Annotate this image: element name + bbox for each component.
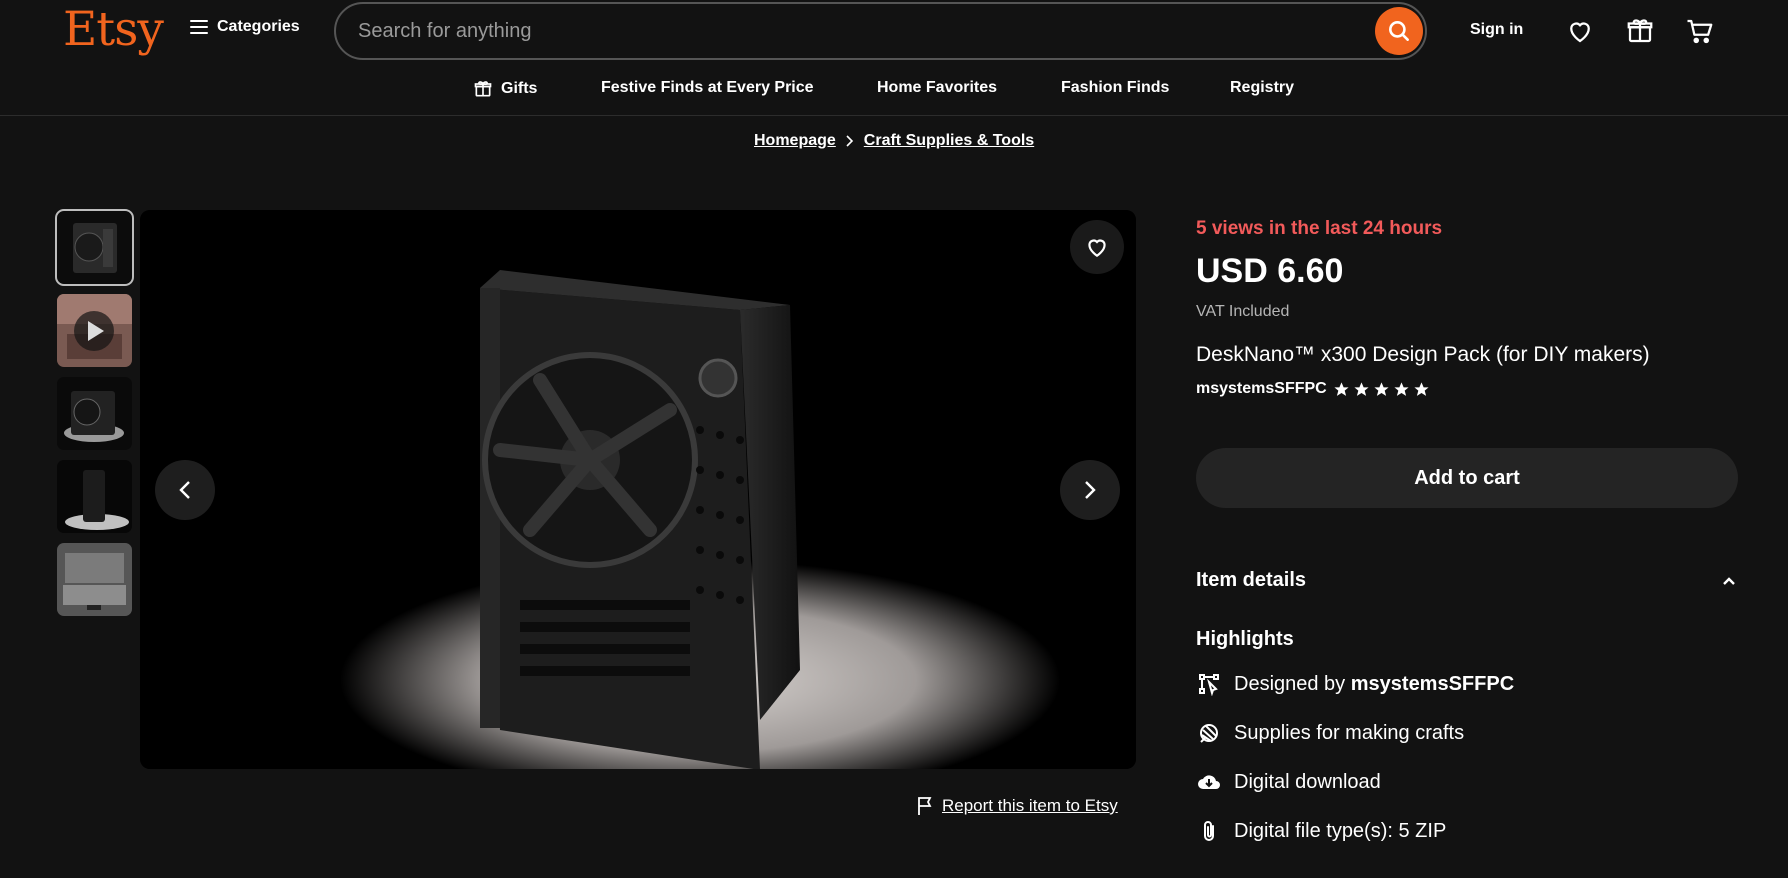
favorites-button[interactable] [1565,16,1595,46]
file-type-text: Digital file type(s): 5 ZIP [1234,819,1447,842]
flag-icon [918,797,932,815]
heart-icon [1570,22,1590,43]
report-item-label: Report this item to Etsy [942,796,1118,815]
chevron-right-icon [846,135,853,147]
nav-item-label: Gifts [501,80,538,97]
price: USD 6.60 [1196,252,1344,290]
cloud-download-icon [1196,769,1222,795]
chevron-left-icon [179,481,190,499]
nav-item-registry[interactable]: Registry [1230,79,1294,97]
product-title: DeskNano™ x300 Design Pack (for DIY make… [1196,343,1650,366]
download-text: Digital download [1234,770,1381,793]
star-icon [1414,381,1429,396]
menu-icon [190,20,208,34]
category-nav: Gifts Festive Finds at Every Price Home … [0,76,1788,102]
previous-image-button[interactable] [155,460,215,520]
search-bar [334,2,1427,60]
search-icon [1389,21,1409,41]
breadcrumb-craft-supplies[interactable]: Craft Supplies & Tools [864,132,1034,150]
header-divider [0,115,1788,116]
supplies-text: Supplies for making crafts [1234,721,1465,744]
gift-icon [1627,19,1653,43]
report-item-link[interactable]: Report this item to Etsy [916,796,1118,816]
vat-note: VAT Included [1196,303,1290,320]
highlight-download: Digital download [1196,769,1381,795]
highlight-file-type: Digital file type(s): 5 ZIP [1196,818,1446,844]
categories-button[interactable]: Categories [190,18,300,36]
cart-icon [1687,19,1713,44]
thumbnail-3[interactable] [57,377,132,450]
thumbnail-2-video[interactable] [57,294,132,367]
nav-item-fashion-finds[interactable]: Fashion Finds [1061,79,1169,97]
gift-icon [474,81,492,97]
design-icon [1196,671,1222,697]
star-icon [1354,381,1369,396]
paperclip-icon [1196,818,1222,844]
search-button[interactable] [1375,7,1423,55]
gift-button[interactable] [1625,16,1655,46]
designer-link[interactable]: msystemsSFFPC [1351,673,1514,695]
etsy-logo[interactable]: Etsy [63,2,164,57]
highlight-designed-by: Designed by msystemsSFFPC [1196,671,1514,697]
star-icon [1394,381,1409,396]
nav-item-festive-finds[interactable]: Festive Finds at Every Price [601,79,814,97]
craft-supplies-icon [1196,720,1222,746]
next-image-button[interactable] [1060,460,1120,520]
favorite-item-button[interactable] [1070,220,1124,274]
highlight-supplies: Supplies for making crafts [1196,720,1464,746]
breadcrumb-homepage[interactable]: Homepage [754,132,836,150]
nav-item-home-favorites[interactable]: Home Favorites [877,79,997,97]
item-details-label: Item details [1196,569,1307,591]
thumbnail-4[interactable] [57,460,132,533]
chevron-right-icon [1085,481,1096,499]
heart-icon [1088,239,1106,257]
designed-prefix: Designed by [1234,672,1346,695]
shop-info: msystemsSFFPC [1196,380,1430,398]
search-input[interactable] [358,4,1358,58]
sign-in-link[interactable]: Sign in [1470,21,1523,39]
categories-label: Categories [217,18,300,35]
star-icon [1374,381,1389,396]
thumbnail-5[interactable] [57,543,132,616]
views-indicator: 5 views in the last 24 hours [1196,218,1443,239]
thumbnail-1[interactable] [55,209,134,286]
shop-name-link[interactable]: msystemsSFFPC [1196,380,1327,398]
nav-item-gifts[interactable]: Gifts [473,79,537,99]
breadcrumb: Homepage Craft Supplies & Tools [754,132,1034,150]
cart-button[interactable] [1685,16,1715,46]
highlights-heading: Highlights [1196,628,1294,650]
chevron-up-icon [1723,576,1735,585]
item-details-toggle[interactable]: Item details [1196,569,1738,592]
star-rating[interactable] [1333,381,1430,398]
star-icon [1334,381,1349,396]
add-to-cart-button[interactable]: Add to cart [1196,448,1738,508]
site-header: Etsy Categories Sign in [0,0,1788,62]
product-image [140,210,1136,769]
